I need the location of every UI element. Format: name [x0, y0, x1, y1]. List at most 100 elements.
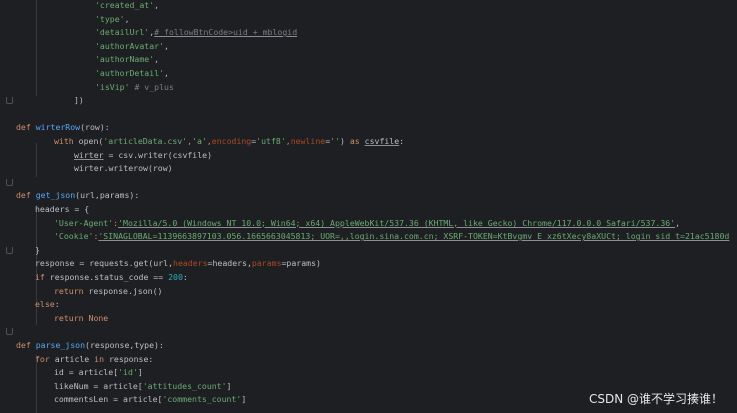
code-line[interactable]: 'detailUrl',# followBtnCode>uid + mblogi…	[16, 26, 737, 40]
code-line[interactable]: id = article['id']	[16, 366, 737, 380]
signature-token: (url,params):	[75, 190, 140, 201]
keyword-token: def	[16, 122, 31, 133]
string-token: 'SINAGLOBAL=1139663897103.056.1665663045…	[98, 231, 730, 242]
fold-marker-icon[interactable]	[6, 328, 13, 335]
code-line[interactable]: wirter = csv.writer(csvfile)	[16, 149, 737, 163]
code-line[interactable]: else:	[16, 298, 737, 312]
string-token: ''	[330, 136, 340, 146]
code-text: }	[35, 244, 40, 255]
fold-marker-icon[interactable]	[6, 247, 13, 254]
variable-token: wirter	[74, 149, 104, 160]
comment-token: # followBtnCode>uid + mblogid	[154, 27, 298, 38]
code-text: ]	[137, 367, 143, 378]
code-line[interactable]: def get_json(url,params):	[16, 189, 737, 203]
param-token: params	[251, 258, 282, 269]
punct-token: ,	[164, 68, 169, 78]
bracket-token: ])	[74, 95, 84, 106]
code-text: ]	[241, 394, 247, 405]
function-name-token: wirterRow	[35, 122, 81, 133]
code-line[interactable]: headers = {	[16, 203, 737, 217]
colon-token: :	[182, 272, 188, 282]
code-line[interactable]: 'created_at',	[16, 0, 737, 13]
fold-marker-icon[interactable]	[6, 97, 13, 104]
keyword-token: else	[35, 299, 55, 310]
code-line[interactable]: return response.json()	[16, 285, 737, 299]
code-text: response.status_code ==	[44, 272, 169, 282]
number-token: 200	[168, 272, 183, 282]
paren-token: )	[340, 136, 350, 146]
param-token: headers	[173, 258, 208, 269]
function-name-token: get_json	[35, 190, 76, 201]
keyword-token: for	[35, 353, 50, 364]
signature-token: (row):	[80, 122, 110, 133]
code-text: wirter.writerow(row)	[74, 163, 173, 174]
code-editor[interactable]: 'created_at', 'type', 'detailUrl',# foll…	[0, 0, 737, 413]
string-token: 'created_at'	[95, 0, 155, 10]
code-line[interactable]: 'type',	[16, 13, 737, 27]
code-line[interactable]: ])	[16, 94, 737, 108]
code-text: =headers,	[207, 258, 252, 269]
code-line[interactable]: 'authorName',	[16, 53, 737, 67]
string-token: 'comments_count'	[162, 394, 242, 405]
code-text: id = article[	[54, 367, 119, 378]
code-line[interactable]: for article in response:	[16, 353, 737, 367]
variable-token: csvfile	[364, 136, 400, 146]
code-line[interactable]: wirter.writerow(row)	[16, 162, 737, 176]
string-token: 'Mozilla/5.0 (Windows NT 10.0; Win64; x6…	[118, 217, 676, 228]
function-name-token: parse_json	[35, 340, 86, 350]
code-line[interactable]: response = requests.get(url,headers=head…	[16, 257, 737, 271]
code-text: response.json()	[83, 285, 163, 296]
keyword-token: return	[54, 285, 84, 296]
string-token: 'isVip'	[95, 81, 130, 92]
comment-token: # v_plus	[134, 81, 174, 92]
fold-marker-icon[interactable]	[6, 179, 13, 186]
keyword-token: def	[16, 190, 31, 201]
punct-token: ,	[164, 40, 169, 51]
keyword-token: as	[349, 136, 360, 146]
keyword-token: None	[88, 312, 109, 323]
string-token: 'utf8'	[256, 136, 286, 146]
string-token: 'User-Agent'	[54, 217, 114, 228]
code-line[interactable]: 'User-Agent':'Mozilla/5.0 (Windows NT 10…	[16, 217, 737, 231]
code-text: = csv.writer(csvfile)	[103, 149, 213, 160]
code-line[interactable]: return None	[16, 312, 737, 326]
keyword-token: with	[54, 136, 74, 146]
code-line[interactable]: def parse_json(response,type):	[16, 339, 737, 353]
code-line[interactable]: if response.status_code == 200:	[16, 271, 737, 285]
code-text: ]	[226, 380, 232, 391]
keyword-token: return	[54, 312, 84, 323]
string-token: 'attitudes_count'	[142, 380, 227, 391]
string-token: 'type'	[95, 13, 125, 24]
code-text: likeNum = article[	[54, 380, 143, 391]
code-text: commentsLen = article[	[54, 394, 163, 405]
code-text: response = requests.get(url,	[35, 258, 174, 269]
colon-token: :	[54, 299, 60, 310]
string-token: 'articleData.csv'	[103, 136, 188, 146]
string-token: 'authorDetail'	[95, 68, 165, 78]
string-token: 'a'	[192, 136, 207, 146]
punct-token: ,	[154, 54, 160, 65]
code-line[interactable]: }	[16, 244, 737, 258]
code-line[interactable]: 'authorAvatar',	[16, 40, 737, 54]
code-line[interactable]: 'isVip' # v_plus	[16, 81, 737, 95]
string-token: 'authorName'	[95, 54, 155, 65]
punct-token: ,	[675, 217, 681, 228]
param-token: encoding	[211, 136, 252, 146]
string-token: 'Cookie'	[54, 231, 94, 242]
keyword-token: if	[35, 272, 45, 282]
code-line[interactable]: 'Cookie':'SINAGLOBAL=1139663897103.056.1…	[16, 230, 737, 244]
punct-token: ,	[124, 13, 130, 24]
colon-token: :	[399, 136, 405, 146]
code-text: response:	[104, 353, 154, 364]
signature-token: (response,type):	[85, 340, 164, 350]
call-token: open(	[78, 136, 104, 146]
punct-token: ,	[154, 0, 160, 10]
string-token: 'authorAvatar'	[95, 40, 165, 51]
code-text: article	[49, 353, 95, 364]
code-text: =params)	[281, 258, 321, 269]
keyword-token: in	[94, 353, 105, 364]
code-line[interactable]: with open('articleData.csv','a',encoding…	[16, 135, 737, 149]
code-line[interactable]: 'authorDetail',	[16, 67, 737, 81]
string-token: 'id'	[118, 367, 138, 378]
code-line[interactable]: def wirterRow(row):	[16, 121, 737, 135]
